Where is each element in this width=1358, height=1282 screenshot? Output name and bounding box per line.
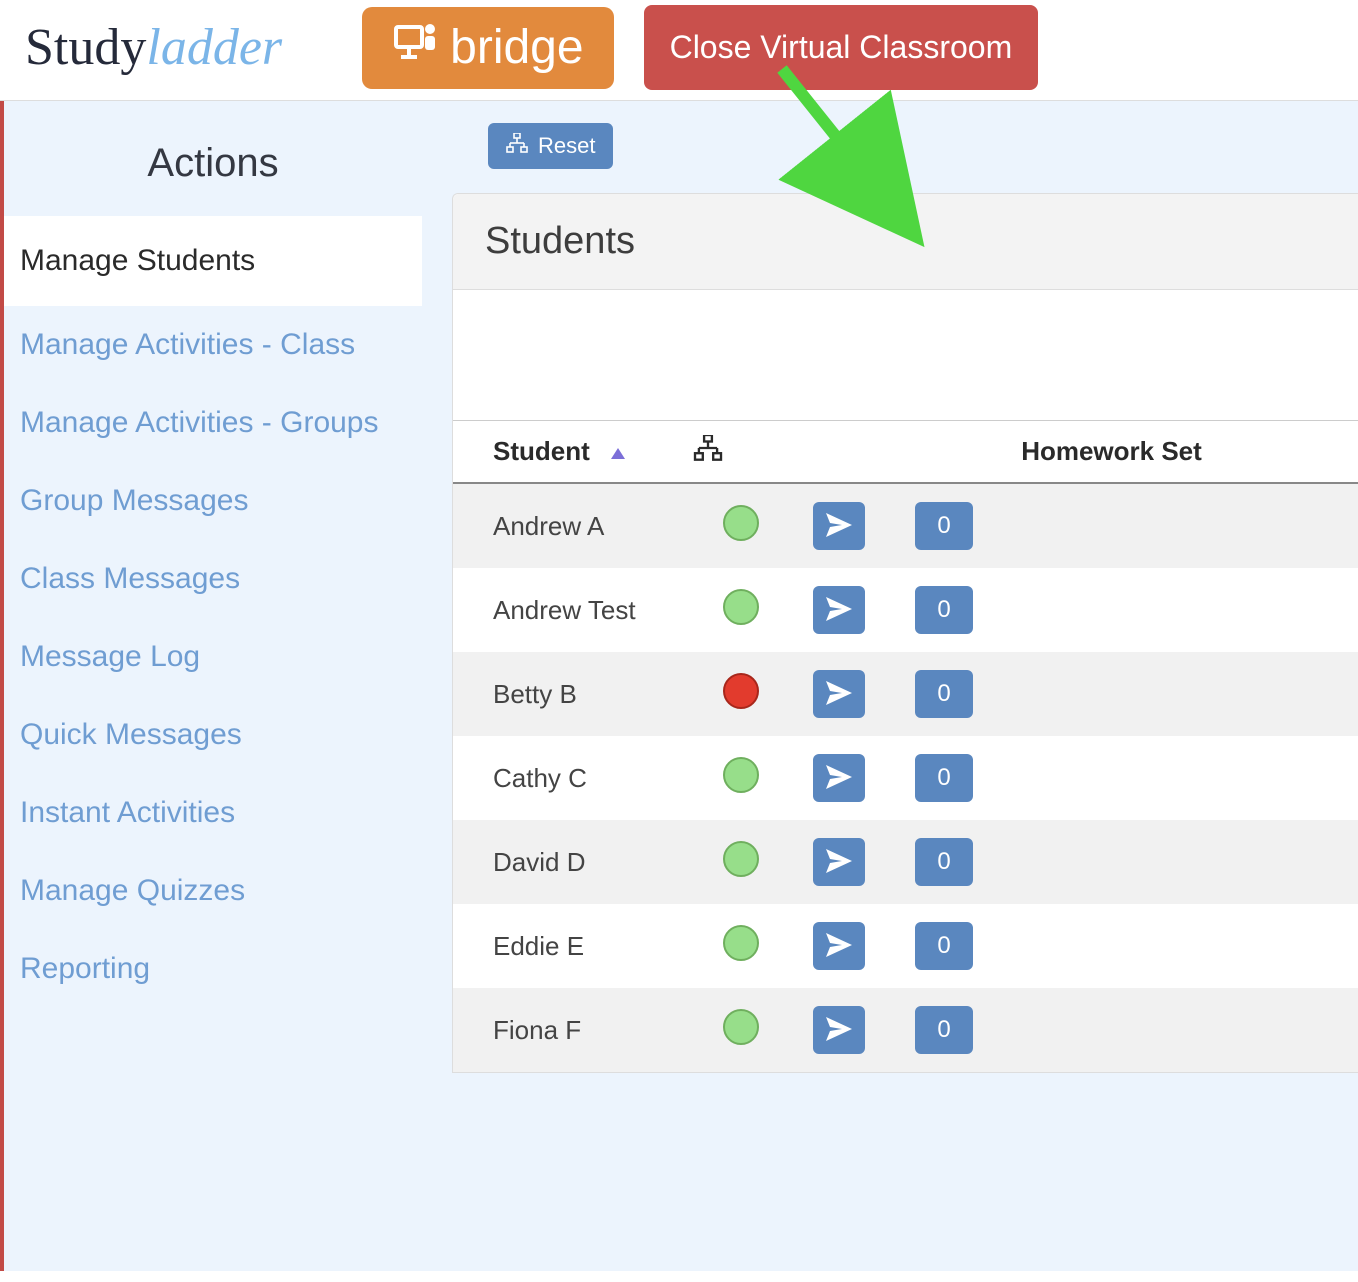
send-message-button[interactable] [813, 586, 865, 634]
send-message-button[interactable] [813, 502, 865, 550]
status-indicator-icon [723, 589, 759, 625]
table-row: Betty B 0 [453, 652, 1358, 736]
homework-cell: 0 [875, 904, 1358, 988]
sidebar-item-quick-messages[interactable]: Quick Messages [4, 696, 422, 774]
presentation-icon [392, 19, 438, 77]
send-message-button[interactable] [813, 838, 865, 886]
student-name: Andrew A [453, 483, 683, 568]
bridge-button[interactable]: bridge [362, 7, 613, 89]
status-cell [683, 988, 773, 1072]
homework-count-button[interactable]: 0 [915, 838, 973, 886]
reset-label: Reset [538, 133, 595, 159]
status-cell [683, 568, 773, 652]
send-cell [773, 904, 875, 988]
paper-plane-icon [826, 681, 852, 708]
table-row: Andrew Test 0 [453, 568, 1358, 652]
logo-accent: ladder [146, 19, 282, 76]
column-header-homework[interactable]: Homework Set [875, 421, 1358, 484]
send-message-button[interactable] [813, 670, 865, 718]
column-header-status[interactable] [683, 421, 773, 484]
close-virtual-classroom-button[interactable]: Close Virtual Classroom [644, 5, 1039, 90]
send-cell [773, 652, 875, 736]
table-row: Eddie E 0 [453, 904, 1358, 988]
students-table: Student [453, 420, 1358, 1072]
homework-cell: 0 [875, 568, 1358, 652]
reset-button[interactable]: Reset [488, 123, 613, 169]
sidebar-item-message-log[interactable]: Message Log [4, 618, 422, 696]
student-name: Cathy C [453, 736, 683, 820]
column-header-send[interactable] [773, 421, 875, 484]
status-cell [683, 652, 773, 736]
send-cell [773, 820, 875, 904]
status-indicator-icon [723, 925, 759, 961]
paper-plane-icon [826, 933, 852, 960]
send-message-button[interactable] [813, 754, 865, 802]
homework-count-button[interactable]: 0 [915, 922, 973, 970]
homework-count-button[interactable]: 0 [915, 754, 973, 802]
paper-plane-icon [826, 765, 852, 792]
send-cell [773, 483, 875, 568]
sidebar-item-manage-quizzes[interactable]: Manage Quizzes [4, 852, 422, 930]
table-row: Fiona F 0 [453, 988, 1358, 1072]
column-header-student[interactable]: Student [453, 421, 683, 484]
table-row: David D 0 [453, 820, 1358, 904]
status-indicator-icon [723, 757, 759, 793]
homework-count-button[interactable]: 0 [915, 586, 973, 634]
close-label: Close Virtual Classroom [670, 29, 1013, 66]
send-cell [773, 568, 875, 652]
sidebar-title: Actions [4, 121, 422, 216]
sidebar-item-manage-activities-groups[interactable]: Manage Activities - Groups [4, 384, 422, 462]
paper-plane-icon [826, 597, 852, 624]
sidebar-item-manage-students[interactable]: Manage Students [4, 216, 422, 306]
sort-asc-icon [611, 448, 625, 459]
student-name: Andrew Test [453, 568, 683, 652]
sidebar-item-class-messages[interactable]: Class Messages [4, 540, 422, 618]
homework-cell: 0 [875, 988, 1358, 1072]
status-cell [683, 904, 773, 988]
logo: Studyladder [25, 18, 332, 77]
content-area: Actions Manage StudentsManage Activities… [0, 101, 1358, 1271]
student-name: Betty B [453, 652, 683, 736]
sidebar: Actions Manage StudentsManage Activities… [4, 101, 422, 1271]
status-indicator-icon [723, 1009, 759, 1045]
top-bar: Studyladder bridge Close Virtual Classro… [0, 0, 1358, 101]
homework-cell: 0 [875, 483, 1358, 568]
status-cell [683, 736, 773, 820]
homework-count-button[interactable]: 0 [915, 1006, 973, 1054]
sidebar-item-group-messages[interactable]: Group Messages [4, 462, 422, 540]
status-indicator-icon [723, 505, 759, 541]
sidebar-item-reporting[interactable]: Reporting [4, 930, 422, 1008]
bridge-label: bridge [450, 20, 583, 75]
paper-plane-icon [826, 1017, 852, 1044]
sidebar-item-manage-activities-class[interactable]: Manage Activities - Class [4, 306, 422, 384]
homework-cell: 0 [875, 820, 1358, 904]
send-message-button[interactable] [813, 1006, 865, 1054]
network-icon [506, 133, 528, 159]
paper-plane-icon [826, 513, 852, 540]
panel-body: Student [453, 290, 1358, 1072]
sidebar-item-instant-activities[interactable]: Instant Activities [4, 774, 422, 852]
student-name: Fiona F [453, 988, 683, 1072]
homework-count-button[interactable]: 0 [915, 670, 973, 718]
status-indicator-icon [723, 841, 759, 877]
homework-cell: 0 [875, 652, 1358, 736]
student-name: David D [453, 820, 683, 904]
homework-cell: 0 [875, 736, 1358, 820]
logo-main: Study [25, 19, 146, 76]
panel-title: Students [453, 194, 1358, 290]
main-panel: Reset Students Student [422, 101, 1358, 1271]
status-cell [683, 820, 773, 904]
status-cell [683, 483, 773, 568]
send-message-button[interactable] [813, 922, 865, 970]
student-name: Eddie E [453, 904, 683, 988]
paper-plane-icon [826, 849, 852, 876]
homework-count-button[interactable]: 0 [915, 502, 973, 550]
status-indicator-icon [723, 673, 759, 709]
network-icon [693, 437, 723, 467]
send-cell [773, 988, 875, 1072]
students-panel: Students Student [452, 193, 1358, 1073]
table-row: Cathy C 0 [453, 736, 1358, 820]
table-row: Andrew A 0 [453, 483, 1358, 568]
send-cell [773, 736, 875, 820]
